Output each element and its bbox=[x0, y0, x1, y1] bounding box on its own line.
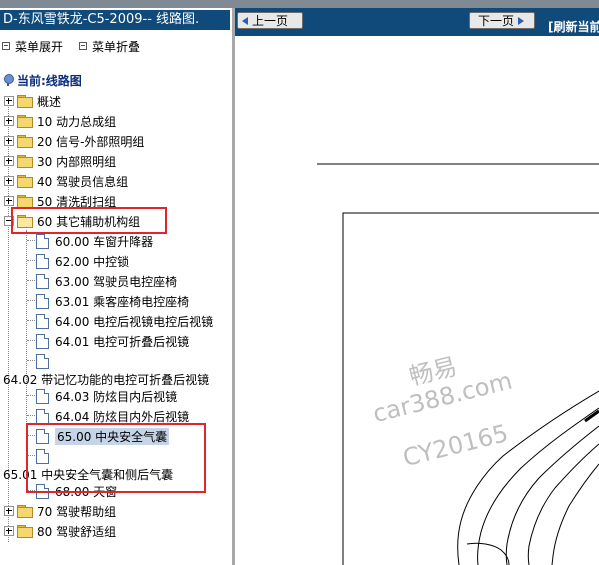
expand-toggle-icon[interactable] bbox=[4, 526, 14, 536]
next-page-button[interactable]: 下一页 bbox=[469, 12, 535, 29]
folder-icon bbox=[17, 175, 33, 188]
diagram-curve bbox=[505, 425, 599, 565]
expand-toggle-icon[interactable] bbox=[4, 136, 14, 146]
tree-connector bbox=[27, 340, 35, 341]
tree-connector bbox=[27, 320, 35, 321]
tree-connector bbox=[27, 360, 35, 361]
tree-group-label: 80 驾驶舒适组 bbox=[37, 524, 117, 539]
tree-item[interactable]: 64.03 防炫目内后视镜 bbox=[36, 387, 177, 405]
diagram-curve bbox=[551, 463, 599, 565]
diagram-curve bbox=[457, 390, 599, 565]
prev-page-label: 上一页 bbox=[252, 14, 289, 28]
tree-item[interactable]: 64.01 电控可折叠后视镜 bbox=[36, 332, 189, 350]
expand-toggle-icon[interactable] bbox=[4, 196, 14, 206]
folder-icon bbox=[17, 135, 33, 148]
tree-group-label: 10 动力总成组 bbox=[37, 114, 117, 129]
tree-item-label: 64.02 带记忆功能的电控可折叠后视镜 bbox=[3, 372, 210, 387]
prev-page-button[interactable]: 上一页 bbox=[237, 12, 303, 29]
tree-connector bbox=[27, 260, 35, 261]
expand-toggle-icon[interactable] bbox=[4, 156, 14, 166]
tree-connector bbox=[27, 240, 35, 241]
arrow-left-icon bbox=[242, 16, 248, 25]
wiring-diagram bbox=[317, 163, 599, 565]
diagram-curve bbox=[466, 542, 510, 565]
tree-group[interactable]: 30 内部照明组 bbox=[4, 152, 116, 170]
tree-group[interactable]: 10 动力总成组 bbox=[4, 112, 116, 130]
tree-item[interactable]: 64.00 电控后视镜电控后视镜 bbox=[36, 312, 213, 330]
tree-group-label: 20 信号-外部照明组 bbox=[37, 134, 145, 149]
tree-group[interactable]: 80 驾驶舒适组 bbox=[4, 522, 116, 540]
tree-item[interactable]: 62.00 中控锁 bbox=[36, 252, 129, 270]
expand-toggle-icon[interactable] bbox=[4, 176, 14, 186]
document-icon bbox=[36, 253, 49, 269]
tree-connector bbox=[27, 395, 35, 396]
globe-icon bbox=[3, 74, 14, 86]
tree-item-label: 64.00 电控后视镜电控后视镜 bbox=[55, 314, 214, 329]
diagram-curve bbox=[527, 443, 599, 565]
folder-icon bbox=[17, 525, 33, 538]
refresh-link[interactable]: [刷新当前 bbox=[548, 18, 599, 35]
tree-group[interactable]: 70 驾驶帮助组 bbox=[4, 502, 116, 520]
tree-item-label: 64.04 防炫目内外后视镜 bbox=[55, 409, 190, 424]
tree-group[interactable]: 40 驾驶员信息组 bbox=[4, 172, 128, 190]
tree-item-label: 63.01 乘客座椅电控座椅 bbox=[55, 294, 190, 309]
content-pane: 上一页 下一页 [刷新当前 畅易 car388.com CY20165 bbox=[235, 8, 599, 565]
tree-group-label: 30 内部照明组 bbox=[37, 154, 117, 169]
expand-toggle-icon[interactable] bbox=[4, 96, 14, 106]
tree-item-label: 64.03 防炫目内后视镜 bbox=[55, 389, 178, 404]
window-top-strip bbox=[0, 0, 599, 8]
tree-pane: D-东风雪铁龙-C5-2009-- 线路图. 菜单展开 菜单折叠 当前:线路图 bbox=[0, 8, 232, 565]
document-icon bbox=[36, 313, 49, 329]
current-node-label: 当前:线路图 bbox=[17, 73, 82, 88]
tree-connector bbox=[27, 415, 35, 416]
document-icon bbox=[36, 273, 49, 289]
folder-icon bbox=[17, 505, 33, 518]
tree-item-label: 60.00 车窗升降器 bbox=[55, 234, 154, 249]
folder-icon bbox=[17, 115, 33, 128]
tree-connector bbox=[27, 280, 35, 281]
tree-item[interactable]: 60.00 车窗升降器 bbox=[36, 232, 153, 250]
highlight-box bbox=[26, 423, 206, 493]
tree-group[interactable]: 20 信号-外部照明组 bbox=[4, 132, 144, 150]
tree-item-label: 62.00 中控锁 bbox=[55, 254, 130, 269]
folder-icon bbox=[17, 195, 33, 208]
page-nav-bar: 上一页 下一页 [刷新当前 bbox=[235, 8, 599, 36]
tree-group-label: 70 驾驶帮助组 bbox=[37, 504, 117, 519]
expand-toggle-icon[interactable] bbox=[4, 116, 14, 126]
highlight-box bbox=[11, 207, 167, 234]
next-page-label: 下一页 bbox=[478, 14, 515, 28]
document-icon bbox=[36, 333, 49, 349]
tree-connector bbox=[27, 300, 35, 301]
tree-item-label: 64.01 电控可折叠后视镜 bbox=[55, 334, 190, 349]
tree-item[interactable]: 63.01 乘客座椅电控座椅 bbox=[36, 292, 189, 310]
current-node[interactable]: 当前:线路图 bbox=[3, 71, 82, 89]
tree-group-label: 40 驾驶员信息组 bbox=[37, 174, 129, 189]
document-icon bbox=[36, 293, 49, 309]
tree-item-label: 63.00 驾驶员电控座椅 bbox=[55, 274, 178, 289]
tree-item[interactable]: 63.00 驾驶员电控座椅 bbox=[36, 272, 177, 290]
document-icon bbox=[36, 353, 49, 369]
tree-item-wrapped[interactable]: 64.02 带记忆功能的电控可折叠后视镜 bbox=[3, 370, 209, 388]
tree-group-label: 概述 bbox=[37, 94, 62, 109]
document-icon bbox=[36, 388, 49, 404]
folder-icon bbox=[17, 155, 33, 168]
folder-icon bbox=[17, 95, 33, 108]
document-icon bbox=[36, 408, 49, 424]
expand-toggle-icon[interactable] bbox=[4, 506, 14, 516]
tree-item[interactable] bbox=[36, 352, 55, 370]
tree-group[interactable]: 概述 bbox=[4, 92, 61, 110]
navigation-tree: 当前:线路图 概述 10 动力总成组 20 信号-外部照明组 30 内部照明组 … bbox=[0, 8, 232, 565]
document-icon bbox=[36, 233, 49, 249]
arrow-right-icon bbox=[518, 16, 525, 25]
